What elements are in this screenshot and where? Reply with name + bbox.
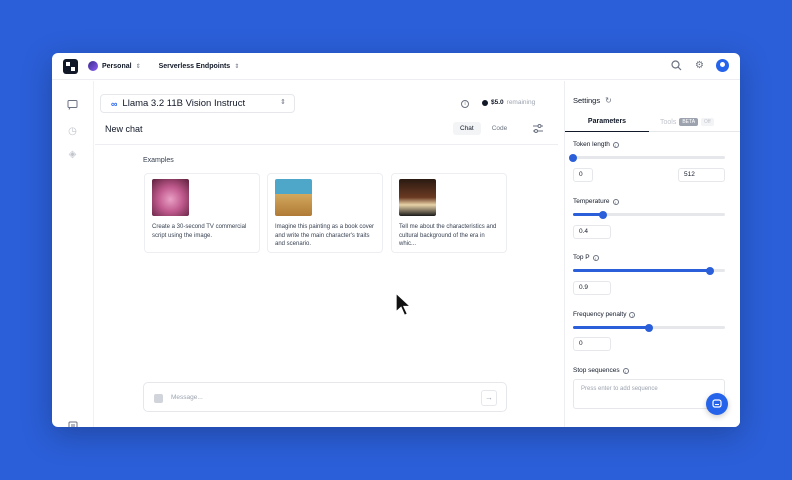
tab-chat[interactable]: Chat: [453, 122, 481, 135]
stop-sequences-text: Stop sequences: [573, 367, 620, 374]
info-icon[interactable]: i: [612, 141, 619, 148]
send-button[interactable]: →: [481, 390, 497, 406]
chat-title: New chat: [105, 124, 143, 134]
workspace-avatar: [88, 61, 98, 71]
top-p-label: Top P i: [573, 254, 599, 261]
info-icon[interactable]: i: [592, 254, 599, 261]
chat-support-button[interactable]: [706, 393, 728, 415]
info-icon[interactable]: i: [612, 198, 619, 205]
examples-label: Examples: [143, 157, 174, 164]
chevron-updown-icon: ⇕: [280, 99, 286, 106]
model-name: Llama 3.2 11B Vision Instruct: [122, 98, 246, 109]
tag-icon[interactable]: ◈: [67, 149, 78, 160]
history-icon[interactable]: ◷: [67, 126, 78, 137]
example-text: Tell me about the characteristics and cu…: [399, 224, 497, 247]
sliders-icon[interactable]: [533, 124, 543, 135]
frequency-penalty-slider[interactable]: [573, 323, 725, 332]
endpoints-nav-label: Serverless Endpoints: [158, 62, 231, 70]
slider-fill: [573, 269, 710, 272]
example-image: [399, 179, 436, 216]
endpoints-nav[interactable]: Serverless Endpoints ⇕: [159, 63, 240, 70]
model-selector[interactable]: ∞ Llama 3.2 11B Vision Instruct ⇕: [100, 94, 295, 113]
gear-icon[interactable]: ⚙: [693, 59, 706, 72]
example-card[interactable]: Create a 30-second TV commercial script …: [144, 173, 260, 253]
tab-tools-label: Tools: [660, 118, 677, 126]
settings-tabs: Parameters Tools BETA Off: [565, 114, 740, 132]
frequency-penalty-label: Frequency penalty i: [573, 311, 636, 318]
token-length-text: Token length: [573, 141, 610, 148]
example-image: [275, 179, 312, 216]
example-card[interactable]: Tell me about the characteristics and cu…: [391, 173, 507, 253]
message-composer[interactable]: Message... →: [143, 382, 507, 412]
frequency-penalty-value[interactable]: 0: [573, 337, 611, 351]
beta-badge: BETA: [679, 118, 699, 126]
chevron-updown-icon: ⇕: [234, 63, 240, 70]
token-length-slider[interactable]: [569, 153, 725, 162]
example-image: [152, 179, 189, 216]
meta-logo-icon: ∞: [111, 98, 118, 109]
example-text: Imagine this painting as a book cover an…: [275, 224, 375, 247]
token-length-max[interactable]: 512: [678, 168, 725, 182]
chevron-updown-icon: ⇕: [135, 63, 141, 70]
mouse-cursor-icon: [395, 291, 413, 323]
temperature-slider[interactable]: [573, 210, 725, 219]
coin-icon: [482, 99, 488, 106]
left-rail: ◷ ◈: [52, 81, 94, 427]
slider-thumb[interactable]: [599, 210, 608, 219]
token-length-label: Token length i: [573, 141, 619, 148]
frequency-penalty-text: Frequency penalty: [573, 311, 627, 318]
new-chat-icon[interactable]: [67, 99, 78, 110]
refresh-icon[interactable]: ↻: [605, 96, 612, 105]
search-icon[interactable]: [670, 59, 683, 72]
message-input[interactable]: Message...: [171, 394, 203, 401]
document-icon[interactable]: [67, 421, 78, 427]
mode-tabs: Chat Code: [453, 122, 514, 135]
divider: [95, 144, 558, 145]
stop-sequences-label: Stop sequences i: [573, 367, 629, 374]
top-bar: Personal ⇕ Serverless Endpoints ⇕ ⚙: [52, 53, 740, 80]
settings-header: Settings ↻: [573, 96, 612, 105]
off-badge: Off: [701, 118, 714, 126]
top-p-slider[interactable]: [573, 266, 725, 275]
settings-title: Settings: [573, 96, 601, 105]
app-logo[interactable]: [63, 58, 78, 74]
tab-code[interactable]: Code: [485, 122, 515, 135]
info-icon[interactable]: i: [629, 311, 636, 318]
temperature-value[interactable]: 0.4: [573, 225, 611, 239]
image-upload-icon[interactable]: [154, 394, 163, 403]
slider-thumb[interactable]: [705, 266, 714, 275]
slider-thumb[interactable]: [645, 323, 653, 332]
temperature-label: Temperature i: [573, 198, 619, 205]
top-p-text: Top P: [573, 254, 590, 261]
tab-parameters[interactable]: Parameters: [565, 118, 649, 132]
stop-sequences-input[interactable]: Press enter to add sequence: [573, 379, 725, 409]
credit-label: remaining: [506, 99, 536, 106]
user-avatar[interactable]: [716, 59, 729, 72]
tab-tools[interactable]: Tools BETA Off: [660, 118, 714, 126]
example-text: Create a 30-second TV commercial script …: [152, 224, 247, 239]
settings-panel: Settings ↻ Parameters Tools BETA Off Tok…: [564, 81, 740, 427]
slider-fill: [573, 326, 649, 329]
credit-balance: $5.0 remaining: [482, 99, 535, 106]
token-length-min[interactable]: 0: [573, 168, 593, 182]
slider-thumb[interactable]: [569, 153, 577, 162]
info-icon[interactable]: i: [622, 367, 629, 374]
credit-amount: $5.0: [491, 99, 504, 106]
workspace-switcher[interactable]: Personal ⇕: [88, 61, 141, 71]
app-window: Personal ⇕ Serverless Endpoints ⇕ ⚙ ◷ ◈ …: [52, 53, 740, 427]
temperature-text: Temperature: [573, 198, 610, 205]
workspace-name: Personal: [102, 62, 132, 70]
info-icon[interactable]: i: [461, 100, 469, 108]
example-card[interactable]: Imagine this painting as a book cover an…: [267, 173, 383, 253]
top-p-value[interactable]: 0.9: [573, 281, 611, 295]
